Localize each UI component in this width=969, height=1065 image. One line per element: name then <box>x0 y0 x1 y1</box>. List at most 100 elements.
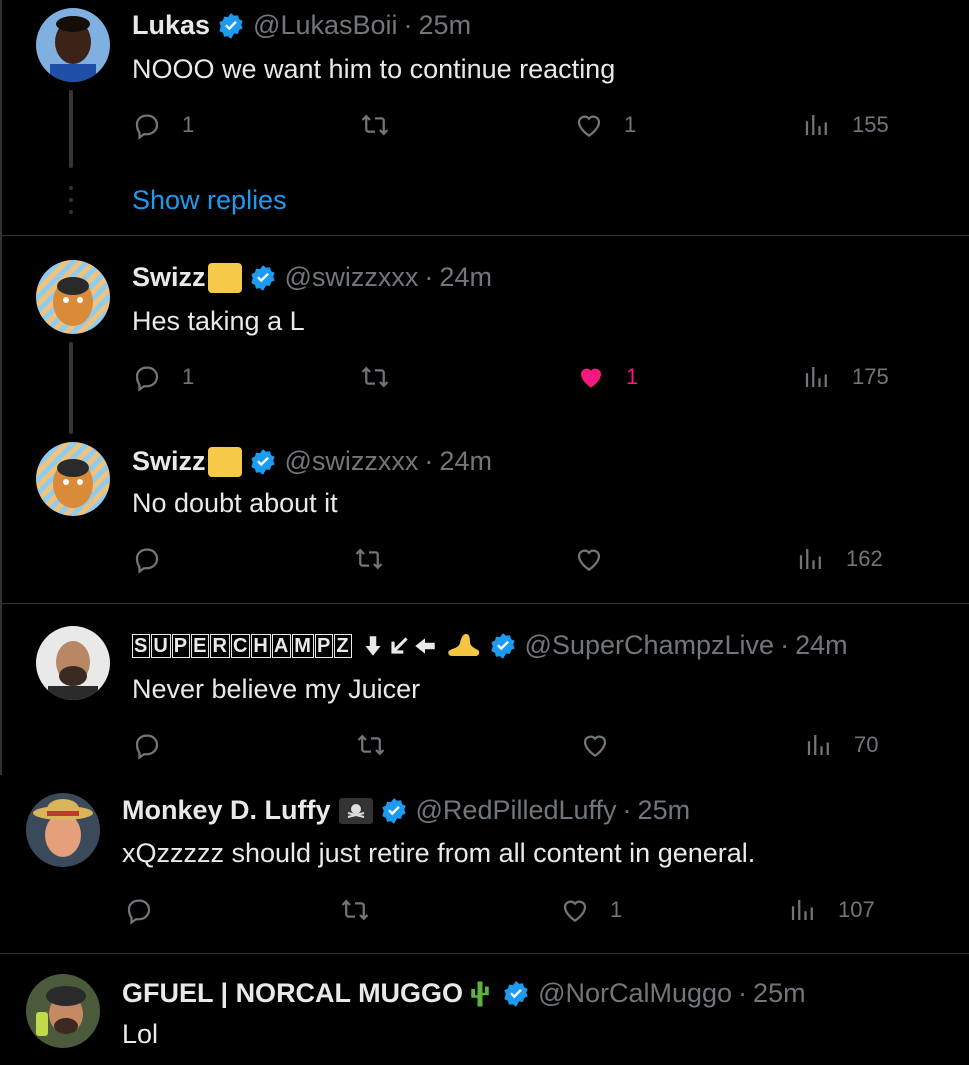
views-button[interactable]: 162 <box>796 544 883 574</box>
reply-button[interactable] <box>132 544 162 574</box>
like-button[interactable]: 1 <box>560 895 622 925</box>
view-count: 107 <box>838 897 875 922</box>
timestamp[interactable]: 24m <box>439 446 492 477</box>
tweet-header: Monkey D. Luffy @RedPilledLuffy · 25m <box>122 795 690 826</box>
display-name[interactable]: Lukas <box>132 10 210 41</box>
like-icon <box>583 735 607 757</box>
down-arrow-icon <box>364 635 381 656</box>
retweet-icon <box>357 734 385 756</box>
yellow-square-emoji <box>207 446 242 477</box>
reply-icon <box>135 114 159 140</box>
display-name[interactable]: GFUEL | NORCAL MUGGO <box>122 978 463 1009</box>
views-icon <box>805 115 827 135</box>
reply-button[interactable] <box>124 895 154 925</box>
retweet-icon <box>361 366 389 388</box>
avatar[interactable] <box>36 260 110 334</box>
avatar[interactable] <box>36 626 110 700</box>
boxed-letter: H <box>251 633 271 658</box>
tweet-text: Lol <box>122 1019 159 1049</box>
divider <box>2 603 969 604</box>
timestamp[interactable]: 24m <box>795 630 848 661</box>
timestamp[interactable]: 24m <box>439 262 492 293</box>
user-handle[interactable]: @SuperChampzLive <box>525 630 775 661</box>
views-button[interactable]: 107 <box>788 895 875 925</box>
display-name[interactable]: Swizz <box>132 446 206 477</box>
views-button[interactable]: 70 <box>804 730 878 760</box>
tweet-actions: 1 1 175 <box>132 362 912 402</box>
thread-connector-line <box>69 90 73 168</box>
avatar[interactable] <box>26 793 100 867</box>
thread-ellipsis-dots <box>69 186 73 222</box>
view-count: 162 <box>846 546 883 571</box>
retweet-icon <box>361 114 389 136</box>
verified-badge-icon <box>250 264 275 291</box>
retweet-button[interactable] <box>340 895 370 925</box>
avatar[interactable] <box>26 974 100 1048</box>
reply-count: 1 <box>182 364 195 389</box>
left-arrow-icon <box>414 637 435 654</box>
tweet-actions: 162 <box>132 544 912 584</box>
avatar[interactable] <box>36 8 110 82</box>
like-icon <box>577 115 601 137</box>
display-name[interactable]: Monkey D. Luffy <box>122 795 331 826</box>
timestamp[interactable]: 25m <box>638 795 691 826</box>
reply-icon <box>135 548 159 574</box>
avatar[interactable] <box>36 442 110 516</box>
tweet-header: Swizz @swizzxxx · 24m <box>132 446 492 477</box>
user-handle[interactable]: @LukasBoii <box>253 10 397 41</box>
user-handle[interactable]: @RedPilledLuffy <box>416 795 617 826</box>
tweet-actions: 70 <box>132 730 912 770</box>
reply-icon <box>127 899 151 925</box>
views-icon <box>807 735 829 755</box>
display-name-boxed[interactable]: SUPERCHAMPZ <box>132 633 354 658</box>
like-button[interactable] <box>574 544 604 574</box>
like-button-liked[interactable]: 1 <box>576 362 638 392</box>
separator-dot: · <box>403 10 413 40</box>
like-count: 1 <box>610 897 623 922</box>
user-handle[interactable]: @swizzxxx <box>285 262 419 293</box>
retweet-button[interactable] <box>356 730 386 760</box>
yellow-square-emoji <box>207 262 242 293</box>
tweet-header: Swizz @swizzxxx · 24m <box>132 262 492 293</box>
reply-button[interactable]: 1 <box>132 110 194 140</box>
separator-dot: · <box>622 795 632 825</box>
tweet-text: Hes taking a L <box>132 306 305 336</box>
user-handle[interactable]: @NorCalMuggo <box>538 978 732 1009</box>
verified-badge-icon <box>250 448 275 475</box>
pirate-flag-icon <box>338 797 373 824</box>
views-button[interactable]: 155 <box>802 110 889 140</box>
views-icon <box>805 367 827 387</box>
verified-badge-icon <box>490 632 515 659</box>
retweet-button[interactable] <box>360 362 390 392</box>
user-handle[interactable]: @swizzxxx <box>285 446 419 477</box>
timestamp[interactable]: 25m <box>753 978 806 1009</box>
timestamp[interactable]: 25m <box>419 10 472 41</box>
display-name: SUPERCHAMPZ <box>132 633 353 658</box>
reply-thread-panel-upper: Lukas @LukasBoii · 25m NOOO we want him … <box>0 0 969 775</box>
views-button[interactable]: 175 <box>802 362 889 392</box>
tweet-header: GFUEL | NORCAL MUGGO @NorCalMuggo · 25m <box>122 978 806 1009</box>
retweet-icon <box>355 548 383 570</box>
tweet-actions: 1 1 155 <box>132 110 912 150</box>
boxed-letter: P <box>171 633 191 658</box>
verified-badge-icon <box>504 980 528 1007</box>
reply-button[interactable]: 1 <box>132 362 194 392</box>
divider <box>2 235 969 236</box>
reply-button[interactable] <box>132 730 162 760</box>
like-button[interactable]: 1 <box>574 110 636 140</box>
tweet-text: xQzzzzz should just retire from all cont… <box>122 838 756 868</box>
display-name[interactable]: Swizz <box>132 262 206 293</box>
thread-connector-line <box>69 342 73 434</box>
like-icon-filled <box>581 368 601 388</box>
like-icon <box>563 900 587 922</box>
separator-dot: · <box>424 262 434 292</box>
verified-badge-icon <box>219 12 243 39</box>
retweet-button[interactable] <box>354 544 384 574</box>
like-button[interactable] <box>580 730 610 760</box>
show-replies-link[interactable]: Show replies <box>132 185 287 216</box>
boxed-letter: A <box>271 633 292 658</box>
boxed-letter: U <box>151 633 171 658</box>
verified-badge-icon <box>381 797 406 824</box>
tweet-actions: 1 107 <box>124 895 904 935</box>
retweet-button[interactable] <box>360 110 390 140</box>
